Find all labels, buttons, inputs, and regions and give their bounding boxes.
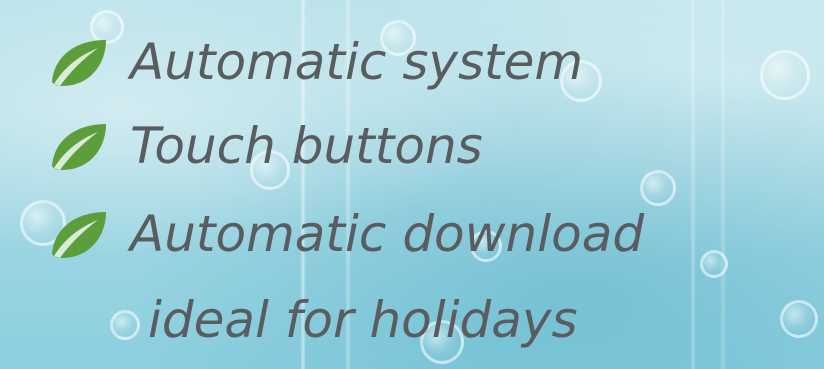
feature-continuation: ideal for holidays xyxy=(148,280,578,360)
feature-item-automatic-system: Automatic system xyxy=(48,22,583,102)
feature-text: Automatic system xyxy=(130,33,584,91)
leaf-icon xyxy=(52,212,106,258)
feature-text: Touch buttons xyxy=(130,117,483,175)
feature-item-touch-buttons: Touch buttons xyxy=(48,106,483,186)
feature-item-automatic-download: Automatic download xyxy=(48,194,644,274)
leaf-icon xyxy=(52,40,106,86)
feature-text: Automatic download xyxy=(130,205,645,263)
feature-continuation-text: ideal for holidays xyxy=(148,291,578,349)
leaf-icon xyxy=(52,124,106,170)
feature-list: Automatic system Touch buttons Automatic… xyxy=(0,0,824,369)
